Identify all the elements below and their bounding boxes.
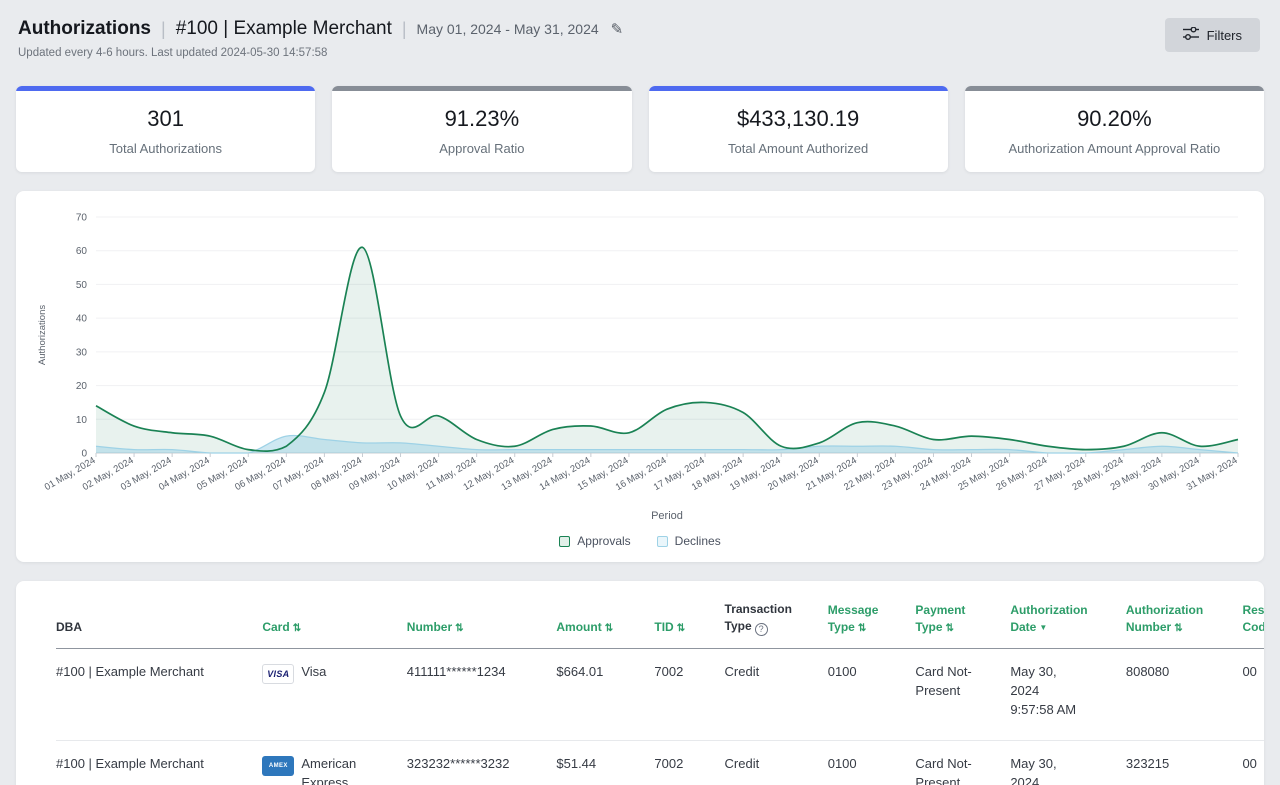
amex-card-icon: AMEX: [262, 756, 294, 776]
authorizations-line-chart: 01020304050607001 May, 202402 May, 20240…: [32, 205, 1248, 527]
cell-response-code: 00: [1242, 649, 1264, 741]
stat-value: 301: [16, 106, 315, 132]
cell-amount: $664.01: [556, 649, 654, 741]
cell-tid: 7002: [654, 649, 724, 741]
page-title: Authorizations: [18, 18, 151, 40]
svg-text:10: 10: [76, 415, 88, 426]
stat-value: 91.23%: [332, 106, 631, 132]
cell-transaction-type: Credit: [725, 740, 828, 785]
title-separator: |: [161, 19, 166, 40]
filters-button-label: Filters: [1207, 28, 1242, 43]
sort-icon: ⇅: [605, 623, 613, 634]
sort-icon: ⇅: [858, 623, 866, 634]
col-authorization-number[interactable]: Authorization Number⇅: [1126, 595, 1243, 649]
col-dba: DBA: [56, 595, 262, 649]
svg-text:70: 70: [76, 213, 88, 224]
cell-authorization-number: 323215: [1126, 740, 1243, 785]
legend-label: Declines: [675, 534, 721, 548]
stat-accent-bar: [965, 86, 1264, 91]
sort-icon: ⇅: [677, 623, 685, 634]
stat-value: 90.20%: [965, 106, 1264, 132]
help-icon[interactable]: ?: [755, 623, 768, 636]
col-transaction-type: Transaction Type?: [725, 595, 828, 649]
sort-desc-icon: ▼: [1039, 623, 1047, 632]
merchant-name: #100 | Example Merchant: [176, 18, 392, 40]
svg-text:40: 40: [76, 314, 88, 325]
cell-payment-type: Card Not-Present: [915, 740, 1010, 785]
table-row: #100 | Example Merchant VISA Visa 411111…: [56, 649, 1264, 741]
stat-label: Total Amount Authorized: [649, 141, 948, 156]
cell-authorization-number: 808080: [1126, 649, 1243, 741]
last-updated-text: Updated every 4-6 hours. Last updated 20…: [18, 47, 623, 59]
table-header-row: DBA Card⇅ Number⇅ Amount⇅ TID⇅ Transacti…: [56, 595, 1264, 649]
svg-text:60: 60: [76, 246, 88, 257]
authorizations-table-panel: DBA Card⇅ Number⇅ Amount⇅ TID⇅ Transacti…: [16, 581, 1264, 785]
cell-dba: #100 | Example Merchant: [56, 740, 262, 785]
svg-text:50: 50: [76, 280, 88, 291]
topbar: Authorizations | #100 | Example Merchant…: [16, 16, 1264, 59]
cell-payment-type: Card Not-Present: [915, 649, 1010, 741]
col-tid[interactable]: TID⇅: [654, 595, 724, 649]
stat-card-total-authorizations: 301 Total Authorizations: [16, 86, 315, 172]
chart-legend: Approvals Declines: [32, 534, 1248, 552]
stat-label: Approval Ratio: [332, 141, 631, 156]
header-left: Authorizations | #100 | Example Merchant…: [18, 18, 623, 59]
cell-authorization-date: May 30, 2024 9:07:09 AM: [1010, 740, 1126, 785]
sort-icon: ⇅: [1174, 623, 1182, 634]
cell-dba: #100 | Example Merchant: [56, 649, 262, 741]
col-payment-type[interactable]: Payment Type⇅: [915, 595, 1010, 649]
stat-cards: 301 Total Authorizations 91.23% Approval…: [16, 86, 1264, 172]
declines-swatch-icon: [657, 536, 668, 547]
page: Authorizations | #100 | Example Merchant…: [0, 0, 1280, 785]
col-authorization-date[interactable]: Authorization Date▼: [1010, 595, 1126, 649]
table-row: #100 | Example Merchant AMEX American Ex…: [56, 740, 1264, 785]
chart-panel: 01020304050607001 May, 202402 May, 20240…: [16, 191, 1264, 562]
stat-card-approval-ratio: 91.23% Approval Ratio: [332, 86, 631, 172]
stat-accent-bar: [649, 86, 948, 91]
svg-text:Authorizations: Authorizations: [37, 305, 48, 365]
legend-label: Approvals: [577, 534, 630, 548]
cell-card: AMEX American Express: [262, 740, 406, 785]
legend-item-approvals[interactable]: Approvals: [559, 534, 630, 548]
cell-message-type: 0100: [828, 740, 916, 785]
card-brand-label: American Express: [301, 755, 359, 785]
date-range[interactable]: May 01, 2024 - May 31, 2024: [417, 21, 599, 37]
cell-number: 323232******3232: [407, 740, 557, 785]
title-separator: |: [402, 19, 407, 40]
cell-amount: $51.44: [556, 740, 654, 785]
stat-label: Total Authorizations: [16, 141, 315, 156]
cell-transaction-type: Credit: [725, 649, 828, 741]
sort-icon: ⇅: [293, 623, 301, 634]
cell-tid: 7002: [654, 740, 724, 785]
stat-card-total-amount: $433,130.19 Total Amount Authorized: [649, 86, 948, 172]
col-number[interactable]: Number⇅: [407, 595, 557, 649]
cell-message-type: 0100: [828, 649, 916, 741]
card-brand-label: Visa: [301, 663, 326, 682]
approvals-swatch-icon: [559, 536, 570, 547]
stat-card-amount-approval-ratio: 90.20% Authorization Amount Approval Rat…: [965, 86, 1264, 172]
svg-text:20: 20: [76, 381, 88, 392]
cell-authorization-date: May 30, 2024 9:57:58 AM: [1010, 649, 1126, 741]
filters-button[interactable]: Filters: [1165, 18, 1260, 52]
col-amount[interactable]: Amount⇅: [556, 595, 654, 649]
svg-text:Period: Period: [651, 510, 683, 522]
col-message-type[interactable]: Message Type⇅: [828, 595, 916, 649]
col-response-code[interactable]: Response Code⇅: [1242, 595, 1264, 649]
legend-item-declines[interactable]: Declines: [657, 534, 721, 548]
stat-accent-bar: [332, 86, 631, 91]
cell-number: 411111******1234: [407, 649, 557, 741]
cell-response-code: 00: [1242, 740, 1264, 785]
authorizations-table: DBA Card⇅ Number⇅ Amount⇅ TID⇅ Transacti…: [56, 595, 1264, 785]
stat-accent-bar: [16, 86, 315, 91]
sort-icon: ⇅: [455, 623, 463, 634]
stat-label: Authorization Amount Approval Ratio: [965, 141, 1264, 156]
cell-card: VISA Visa: [262, 649, 406, 741]
sort-icon: ⇅: [946, 623, 954, 634]
edit-pencil-icon[interactable]: ✎: [611, 20, 624, 38]
visa-card-icon: VISA: [262, 664, 294, 684]
svg-text:30: 30: [76, 347, 88, 358]
stat-value: $433,130.19: [649, 106, 948, 132]
col-card[interactable]: Card⇅: [262, 595, 406, 649]
filters-sliders-icon: [1183, 27, 1199, 43]
